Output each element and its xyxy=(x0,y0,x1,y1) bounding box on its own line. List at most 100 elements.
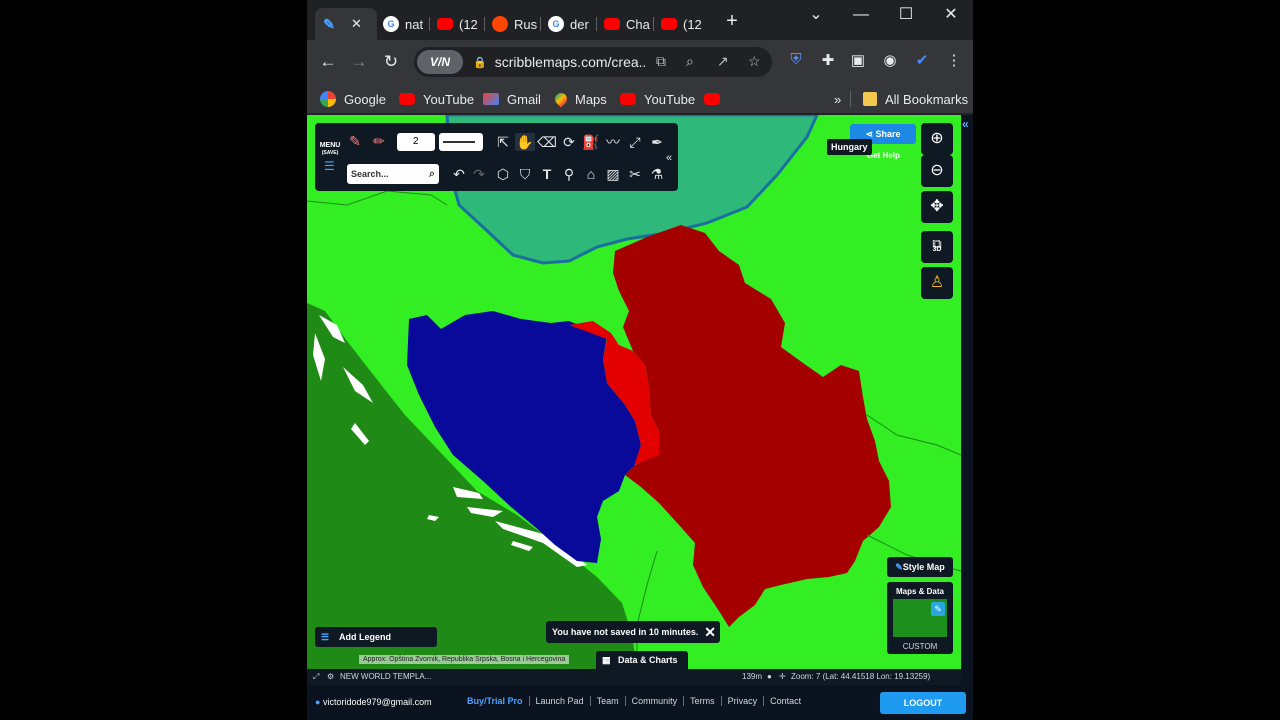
zoom-out-icon[interactable]: ⊖ xyxy=(921,155,953,187)
redo-icon[interactable]: ↷ xyxy=(469,165,489,183)
footer-link-launchpad[interactable]: Launch Pad xyxy=(530,696,591,706)
back-icon[interactable]: ← xyxy=(316,51,340,73)
shield-extension-icon[interactable]: ✔ xyxy=(911,51,933,69)
map-canvas[interactable]: MENU (SAVE) ☰ ✎ ✏ 2 ⇱ ✋ ⌫ ⟳ ⛽ 〰 ⤢ ✒ « Sea… xyxy=(307,115,961,669)
scissors-tool-icon[interactable]: ✂ xyxy=(625,165,645,183)
tab-youtube-2[interactable]: Cha xyxy=(598,8,656,40)
footer-link-privacy[interactable]: Privacy xyxy=(722,696,765,706)
map-search-input[interactable]: Search... ⌕ xyxy=(347,164,439,184)
tool-panel: MENU (SAVE) ☰ ✎ ✏ 2 ⇱ ✋ ⌫ ⟳ ⛽ 〰 ⤢ ✒ « Sea… xyxy=(315,123,678,191)
border-line xyxy=(866,414,961,456)
get-help-link[interactable]: Get Help xyxy=(867,151,900,160)
reload-icon[interactable]: ↻ xyxy=(379,51,403,73)
user-email[interactable]: ● victoridode979@gmail.com xyxy=(315,697,432,707)
table-icon: ▦ xyxy=(602,655,611,665)
select-tool-icon[interactable]: ⇱ xyxy=(493,133,513,151)
polygon-tool-icon[interactable]: ⛉ xyxy=(515,165,535,183)
address-bar[interactable]: V/N 🔒 scribblemaps.com/crea... ⧉ ⌕ ↗ ☆ xyxy=(414,47,772,77)
line-tool-icon[interactable]: ⤢ xyxy=(625,133,645,151)
profile-icon[interactable]: ◉ xyxy=(879,51,901,69)
bookmark-star-icon[interactable]: ☆ xyxy=(748,53,761,70)
text-tool-icon[interactable]: T xyxy=(537,165,557,183)
template-name[interactable]: NEW WORLD TEMPLA... xyxy=(340,669,431,685)
bookmark-gmail[interactable]: Gmail xyxy=(483,89,541,109)
footer-link-pro[interactable]: Buy/Trial Pro xyxy=(461,696,530,706)
tab-search-icon[interactable]: ⌄ xyxy=(801,4,831,26)
close-tab-icon[interactable]: ✕ xyxy=(351,16,362,32)
footer-link-community[interactable]: Community xyxy=(626,696,685,706)
rotate-tool-icon[interactable]: ⟳ xyxy=(559,133,579,151)
bookmark-youtube-3[interactable] xyxy=(704,89,728,109)
shape-tool-icon[interactable]: ⬡ xyxy=(493,165,513,183)
freehand-tool-icon[interactable]: 〰 xyxy=(603,133,623,151)
3d-toggle-button[interactable]: ⧉ 3D xyxy=(921,231,953,263)
image-tool-icon[interactable]: ▨ xyxy=(603,165,623,183)
tab-strip: ✎ ✕ G nat (12 Rus G der Cha (12 + ⌄ — ☐ … xyxy=(307,0,973,40)
vpn-badge[interactable]: V/N xyxy=(417,50,463,74)
bookmark-youtube-1[interactable]: YouTube xyxy=(399,89,474,109)
tab-scribblemaps[interactable]: ✎ ✕ xyxy=(315,8,377,40)
settings-icon[interactable]: ⚙ xyxy=(327,669,334,685)
line-style-select[interactable] xyxy=(439,133,483,151)
info-icon[interactable]: ● xyxy=(767,669,772,685)
footer-link-team[interactable]: Team xyxy=(591,696,626,706)
expand-icon[interactable]: « xyxy=(962,117,969,131)
open-in-app-icon[interactable]: ⧉ xyxy=(656,53,666,70)
close-icon[interactable]: ✕ xyxy=(704,621,716,643)
vpn-extension-icon[interactable]: ⛨ xyxy=(785,51,807,68)
browser-menu-icon[interactable]: ⋮ xyxy=(943,51,965,69)
street-view-icon[interactable]: ♙ xyxy=(921,267,953,299)
zoom-icon[interactable]: ⌕ xyxy=(686,53,694,70)
minimize-icon[interactable]: — xyxy=(846,4,876,26)
footer-link-contact[interactable]: Contact xyxy=(764,696,807,706)
map-geography[interactable] xyxy=(307,115,961,669)
side-collapse[interactable]: « xyxy=(961,115,973,720)
fill-bucket-icon[interactable]: ⛽ xyxy=(581,133,601,151)
share-page-icon[interactable]: ↗ xyxy=(717,53,729,70)
pan-tool-icon[interactable]: ✋ xyxy=(515,133,535,151)
menu-hamburger-icon[interactable]: ☰ xyxy=(324,159,335,173)
tab-youtube-3[interactable]: (12 xyxy=(655,8,708,40)
menu-button[interactable]: MENU (SAVE) xyxy=(319,142,341,157)
eyedropper-tool-icon[interactable]: ⚗ xyxy=(647,165,667,183)
edit-icon[interactable]: ✎ xyxy=(931,602,945,616)
line-color-icon[interactable]: ✏ xyxy=(369,132,389,150)
bookmark-maps[interactable]: Maps xyxy=(552,89,607,109)
all-bookmarks[interactable]: All Bookmarks xyxy=(863,89,968,109)
side-panel-icon[interactable]: ▣ xyxy=(847,51,869,69)
logout-button[interactable]: LOGOUT xyxy=(880,692,966,714)
forward-icon[interactable]: → xyxy=(347,51,371,73)
tab-google-der[interactable]: G der xyxy=(542,8,595,40)
extensions-icon[interactable]: ✚ xyxy=(817,51,839,69)
fill-color-icon[interactable]: ✎ xyxy=(345,132,365,150)
close-window-icon[interactable]: ✕ xyxy=(936,4,966,26)
url-text[interactable]: scribblemaps.com/crea... xyxy=(495,54,645,70)
fullscreen-icon[interactable]: ⤢ xyxy=(313,669,319,685)
user-icon: ● xyxy=(315,697,321,707)
tab-google-nat[interactable]: G nat xyxy=(377,8,429,40)
marker-tool-icon[interactable]: ⚲ xyxy=(559,165,579,183)
maps-data-panel[interactable]: Maps & Data ✎ CUSTOM xyxy=(887,582,953,654)
zoom-in-icon[interactable]: ⊕ xyxy=(921,123,953,155)
undo-icon[interactable]: ↶ xyxy=(449,165,469,183)
footer-link-terms[interactable]: Terms xyxy=(684,696,722,706)
tab-reddit[interactable]: Rus xyxy=(486,8,543,40)
lock-icon[interactable]: 🔒 xyxy=(473,56,487,69)
line-width-input[interactable]: 2 xyxy=(397,133,435,151)
youtube-icon xyxy=(704,93,720,105)
bookmark-youtube-2[interactable]: YouTube xyxy=(620,89,695,109)
search-icon[interactable]: ⌕ xyxy=(429,164,435,184)
tab-youtube-1[interactable]: (12 xyxy=(431,8,484,40)
eraser-tool-icon[interactable]: ⌫ xyxy=(537,133,557,151)
bookmarks-overflow-icon[interactable]: » xyxy=(834,89,841,109)
maximize-icon[interactable]: ☐ xyxy=(891,4,921,26)
move-icon[interactable]: ✥ xyxy=(921,191,953,223)
poi-tool-icon[interactable]: ⌂ xyxy=(581,165,601,183)
add-legend-button[interactable]: ☰ Add Legend xyxy=(315,627,437,647)
data-charts-button[interactable]: ▦ Data & Charts xyxy=(596,651,688,669)
new-tab-icon[interactable]: + xyxy=(717,10,747,32)
footer-links: Buy/Trial Pro Launch Pad Team Community … xyxy=(461,696,807,706)
style-map-button[interactable]: ✎Style Map xyxy=(887,557,953,577)
youtube-icon xyxy=(399,93,415,105)
bookmark-google[interactable]: Google xyxy=(320,89,386,109)
